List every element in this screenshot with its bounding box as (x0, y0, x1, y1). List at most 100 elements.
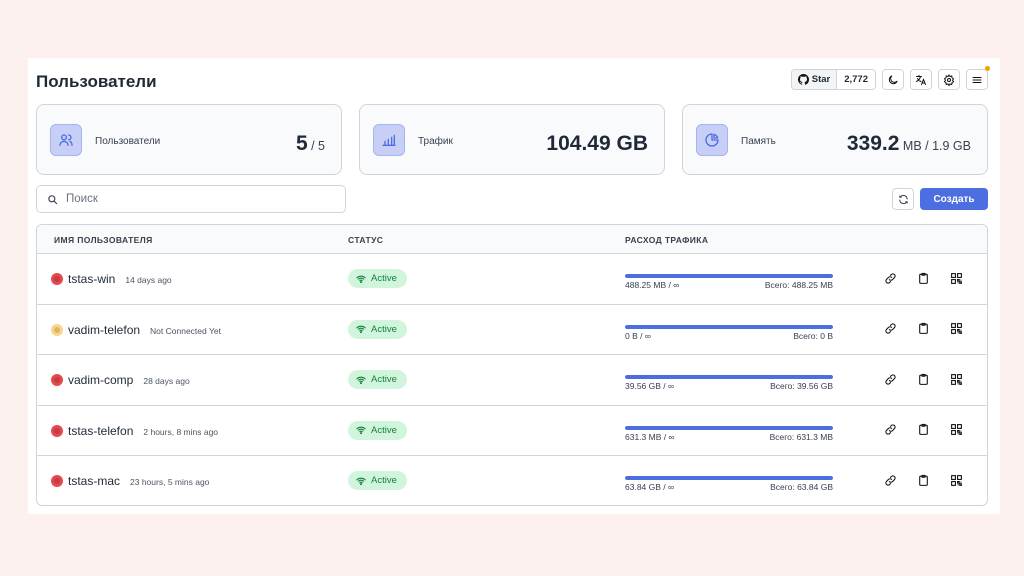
stat-label: Память (741, 136, 776, 147)
traffic-usage: 39.56 GB / ∞ Всего: 39.56 GB (625, 375, 833, 391)
table-header: ИМЯ ПОЛЬЗОВАТЕЛЯ СТАТУС РАСХОД ТРАФИКА (37, 225, 987, 254)
qr-code-button[interactable] (949, 473, 963, 487)
table-body: tstas-win 14 days ago Active 488.25 MB / … (37, 254, 987, 505)
traffic-total: Всего: 39.56 GB (770, 381, 833, 391)
row-actions (883, 372, 963, 386)
github-star-count[interactable]: 2,772 (837, 70, 875, 89)
column-header-username[interactable]: ИМЯ ПОЛЬЗОВАТЕЛЯ (54, 235, 153, 245)
stat-card-users: Пользователи 5 / 5 (36, 104, 342, 175)
github-star-label: Star (811, 74, 831, 85)
traffic-total: Всего: 63.84 GB (770, 482, 833, 492)
traffic-progress-bar (625, 476, 833, 480)
column-header-traffic[interactable]: РАСХОД ТРАФИКА (625, 235, 708, 245)
menu-button[interactable] (966, 66, 990, 90)
traffic-used: 39.56 GB / ∞ (625, 381, 675, 391)
online-status-dot (51, 323, 63, 336)
last-seen: 23 hours, 5 mins ago (130, 477, 210, 487)
stat-number: 104.49 GB (546, 132, 648, 155)
traffic-progress-bar (625, 324, 833, 329)
traffic-progress-fill (625, 375, 833, 379)
clipboard-icon (918, 322, 928, 334)
table-row[interactable]: tstas-win 14 days ago Active 488.25 MB / … (37, 254, 987, 305)
traffic-progress-fill (625, 274, 833, 278)
status-badge: Active (348, 471, 407, 490)
github-star-button[interactable]: Star 2,772 (790, 69, 876, 90)
stat-suffix: / 5 (307, 139, 325, 153)
qr-code-button[interactable] (949, 372, 963, 386)
status-badge: Active (348, 420, 407, 440)
stat-card-traffic: Трафик 104.49 GB (359, 104, 665, 175)
traffic-total: Всего: 0 B (793, 330, 833, 341)
status-label: Active (371, 475, 397, 486)
copy-config-button[interactable] (916, 423, 930, 437)
search-box[interactable] (36, 185, 346, 213)
translate-icon (916, 74, 926, 85)
link-icon (884, 272, 896, 284)
table-row[interactable]: vadim-comp 28 days ago Active 39.56 GB / … (37, 355, 987, 406)
last-seen: 2 hours, 8 mins ago (143, 426, 219, 437)
traffic-usage: 488.25 MB / ∞ Всего: 488.25 MB (625, 274, 833, 290)
last-seen: 14 days ago (125, 275, 172, 285)
qr-code-button[interactable] (949, 271, 963, 285)
stat-label: Пользователи (95, 136, 161, 147)
github-star[interactable]: Star (791, 70, 838, 89)
copy-link-button[interactable] (883, 473, 897, 487)
link-icon (884, 323, 896, 334)
username: vadim-telefon (68, 322, 141, 337)
qr-code-icon (950, 474, 962, 486)
username-cell: vadim-telefon Not Connected Yet (68, 323, 221, 337)
row-actions (883, 271, 963, 285)
chart-icon (373, 124, 405, 156)
table-row[interactable]: tstas-mac 23 hours, 5 mins ago Active 63.… (37, 456, 987, 505)
page-title: Пользователи (36, 72, 157, 91)
stat-value: 104.49 GB (546, 132, 648, 156)
copy-link-button[interactable] (883, 322, 897, 336)
copy-link-button[interactable] (883, 423, 897, 437)
traffic-progress-bar (625, 375, 833, 379)
traffic-progress-fill (625, 425, 833, 430)
status-label: Active (371, 424, 397, 436)
stat-suffix: MB / 1.9 GB (899, 139, 971, 153)
theme-toggle-button[interactable] (882, 69, 904, 90)
stat-value: 5 / 5 (296, 132, 325, 156)
search-input[interactable] (66, 193, 316, 205)
traffic-used: 488.25 MB / ∞ (625, 280, 680, 290)
copy-config-button[interactable] (916, 473, 930, 487)
username: vadim-comp (68, 373, 134, 387)
copy-link-button[interactable] (883, 271, 897, 285)
wifi-icon (356, 426, 366, 435)
copy-config-button[interactable] (916, 322, 930, 336)
language-button[interactable] (910, 69, 932, 90)
refresh-button[interactable] (892, 188, 914, 210)
clipboard-icon (918, 423, 928, 435)
create-user-button[interactable]: Создать (920, 188, 988, 210)
username-cell: tstas-mac 23 hours, 5 mins ago (68, 474, 209, 488)
stat-cards: Пользователи 5 / 5 Трафик 104.49 GB Памя… (36, 104, 988, 175)
qr-code-button[interactable] (949, 423, 963, 437)
copy-link-button[interactable] (883, 372, 897, 386)
link-icon (884, 474, 896, 486)
copy-config-button[interactable] (916, 372, 930, 386)
main-panel: Пользователи Star 2,772 Пользователи 5 /… (28, 58, 1000, 514)
qr-code-button[interactable] (949, 322, 963, 336)
copy-config-button[interactable] (916, 271, 930, 285)
users-icon (50, 124, 82, 156)
column-header-status[interactable]: СТАТУС (348, 235, 383, 245)
table-row[interactable]: vadim-telefon Not Connected Yet Active 0 … (37, 305, 987, 355)
online-status-dot (51, 273, 63, 285)
stat-value: 339.2 MB / 1.9 GB (847, 132, 971, 156)
online-status-dot (51, 475, 63, 487)
stat-label: Трафик (418, 136, 453, 147)
status-label: Active (371, 323, 397, 335)
qr-code-icon (950, 373, 962, 385)
status-label: Active (371, 374, 397, 385)
search-icon (48, 194, 58, 204)
toolbar: Star 2,772 (790, 66, 990, 90)
settings-button[interactable] (938, 69, 960, 90)
online-status-dot (51, 424, 63, 437)
table-row[interactable]: tstas-telefon 2 hours, 8 mins ago Active … (37, 406, 987, 456)
traffic-usage: 63.84 GB / ∞ Всего: 63.84 GB (625, 476, 833, 492)
gear-icon (943, 73, 955, 86)
traffic-used: 0 B / ∞ (625, 330, 651, 341)
row-actions (883, 322, 963, 336)
